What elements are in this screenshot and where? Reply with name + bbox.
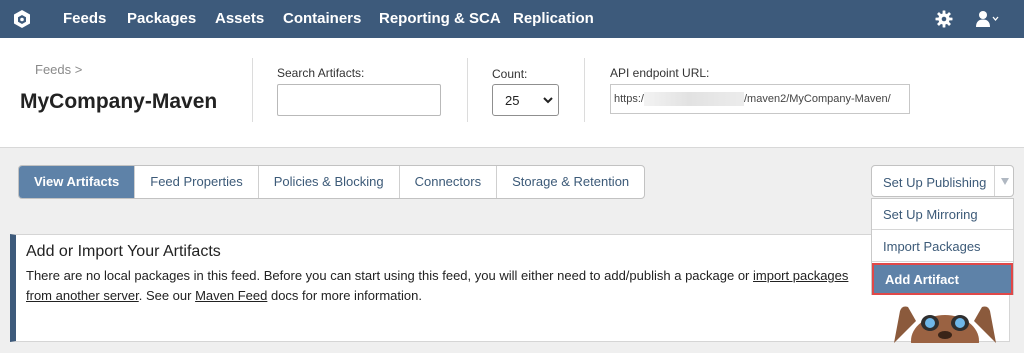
count-label: Count: xyxy=(492,67,528,81)
user-icon[interactable] xyxy=(975,10,1001,28)
set-up-publishing-button[interactable]: Set Up Publishing xyxy=(871,165,1014,197)
feed-title: MyCompany-Maven xyxy=(20,90,218,113)
chevron-down-icon xyxy=(543,97,553,104)
breadcrumb-feeds[interactable]: Feeds > xyxy=(35,62,82,77)
divider xyxy=(252,58,253,122)
search-artifacts-label: Search Artifacts: xyxy=(277,66,365,80)
feed-header-panel: Feeds > MyCompany-Maven Search Artifacts… xyxy=(0,38,1024,148)
notice-text-part: docs for more information. xyxy=(267,288,422,303)
feed-tabs: View Artifacts Feed Properties Policies … xyxy=(18,165,646,199)
menu-item-set-up-mirroring[interactable]: Set Up Mirroring xyxy=(872,199,1013,230)
notice-text-part: . See our xyxy=(138,288,196,303)
nav-feeds[interactable]: Feeds xyxy=(63,10,106,27)
notice-title: Add or Import Your Artifacts xyxy=(26,243,221,260)
nav-assets[interactable]: Assets xyxy=(215,10,264,27)
tab-feed-properties[interactable]: Feed Properties xyxy=(134,166,258,198)
top-navigation-bar: Feeds Packages Assets Containers Reporti… xyxy=(0,0,1024,38)
tab-policies-blocking[interactable]: Policies & Blocking xyxy=(257,166,399,198)
redacted-hostname xyxy=(644,92,744,106)
api-url-path: /maven2/MyCompany-Maven/ xyxy=(744,93,891,105)
divider xyxy=(467,58,468,122)
notice-text: There are no local packages in this feed… xyxy=(26,266,876,306)
set-up-publishing-label: Set Up Publishing xyxy=(883,175,987,190)
mascot-illustration xyxy=(894,306,996,343)
search-artifacts-input[interactable] xyxy=(277,84,441,116)
api-url-protocol: https:// xyxy=(614,93,648,105)
count-value: 25 xyxy=(505,93,520,108)
hexagon-logo-icon[interactable] xyxy=(12,9,32,29)
tab-view-artifacts[interactable]: View Artifacts xyxy=(19,166,135,198)
nav-packages[interactable]: Packages xyxy=(127,10,196,27)
tab-connectors[interactable]: Connectors xyxy=(398,166,496,198)
empty-feed-notice: Add or Import Your Artifacts There are n… xyxy=(10,234,1010,342)
api-endpoint-label: API endpoint URL: xyxy=(610,66,710,80)
maven-feed-docs-link[interactable]: Maven Feed xyxy=(195,288,267,303)
menu-item-add-artifact[interactable]: Add Artifact xyxy=(872,263,1013,295)
tab-storage-retention[interactable]: Storage & Retention xyxy=(496,166,644,198)
api-endpoint-url-field[interactable]: https:// /maven2/MyCompany-Maven/ xyxy=(610,84,910,114)
nav-replication[interactable]: Replication xyxy=(513,10,594,27)
nav-containers[interactable]: Containers xyxy=(283,10,361,27)
publishing-dropdown-menu: Set Up Mirroring Import Packages Add Art… xyxy=(871,198,1014,295)
gear-icon[interactable] xyxy=(935,10,953,28)
menu-item-import-packages[interactable]: Import Packages xyxy=(872,231,1013,262)
caret-down-icon[interactable] xyxy=(1000,177,1010,186)
divider xyxy=(584,58,585,122)
notice-text-part: There are no local packages in this feed… xyxy=(26,268,753,283)
split-divider xyxy=(994,166,995,196)
nav-reporting-sca[interactable]: Reporting & SCA xyxy=(379,10,501,27)
count-select[interactable]: 25 xyxy=(492,84,559,116)
